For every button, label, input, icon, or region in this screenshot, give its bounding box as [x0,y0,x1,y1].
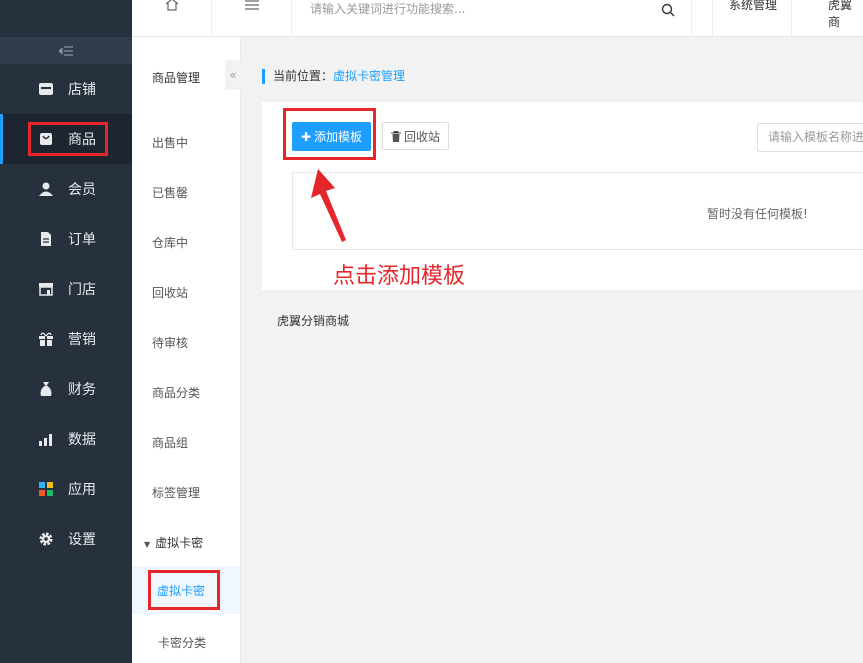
template-search-input[interactable]: 请输入模板名称进 [757,123,863,152]
empty-state: 暂时没有任何模板! [292,172,863,250]
shop-name-link[interactable]: 虎翼商 [792,0,863,37]
menu-toggle-button[interactable] [212,0,292,37]
submenu-item[interactable]: 卡密分类 [158,634,206,651]
sidebar-item-label: 店铺 [68,82,96,98]
sub-sidebar: 商品管理 « 出售中 已售罄 仓库中 回收站 待审核 商品分类 商品组 标签管理… [132,0,241,663]
submenu-item[interactable]: 仓库中 [152,234,188,251]
sidebar-item-label: 会员 [68,182,96,198]
plus-icon: ✚ [300,129,312,144]
add-template-button[interactable]: ✚ 添加模板 [292,122,371,151]
trash-icon [390,130,401,142]
double-chevron-left-icon: « [229,68,237,82]
home-button[interactable] [132,0,212,37]
breadcrumb: 当前位置：虚拟卡密管理 [262,69,405,84]
sidebar-item-label: 订单 [68,232,96,248]
breadcrumb-current[interactable]: 虚拟卡密管理 [333,69,405,83]
bar-chart-icon [38,431,54,447]
submenu-item[interactable]: 出售中 [152,134,188,151]
sidebar-item-store[interactable]: 店铺 [0,64,132,114]
recycle-bin-label: 回收站 [403,129,440,144]
document-icon [38,231,54,247]
home-icon [165,0,178,11]
submenu-item[interactable]: 回收站 [152,284,188,301]
store-icon [38,81,54,97]
sidebar-item-finance[interactable]: 财务 [0,364,132,414]
user-icon [38,181,54,197]
submenu-item[interactable]: 商品组 [152,434,188,451]
shop-name-label: 虎翼商 [828,0,853,29]
breadcrumb-prefix: 当前位置： [273,69,334,83]
submenu-group-virtual-card[interactable]: ▼ 虚拟卡密 [144,534,203,551]
sidebar-item-label: 应用 [68,482,96,498]
sidebar-collapse-toggle[interactable] [0,37,132,64]
apps-icon [38,481,54,497]
sidebar-item-member[interactable]: 会员 [0,164,132,214]
submenu-item[interactable]: 标签管理 [152,484,200,501]
empty-state-text: 暂时没有任何模板! [707,207,808,221]
hamburger-icon [244,0,259,10]
sidebar-item-apps[interactable]: 应用 [0,464,132,514]
sidebar-item-settings[interactable]: 设置 [0,514,132,564]
add-template-label: 添加模板 [314,130,363,144]
submenu-item[interactable]: 已售罄 [152,184,188,201]
collapse-icon [59,45,73,56]
footer-copyright: 虎翼分销商城 [277,314,350,328]
sidebar-item-label: 商品 [68,132,96,148]
submenu-item-label: 虚拟卡密 [157,584,206,598]
sidebar-item-label: 营销 [68,332,96,348]
submenu-item-active[interactable]: 虚拟卡密 [132,566,240,614]
sidebar-item-label: 财务 [68,382,96,398]
annotation-text: 点击添加模板 [333,264,466,289]
caret-down-icon: ▼ [144,540,151,549]
sidebar-item-label: 数据 [68,432,96,448]
money-bag-icon [38,381,54,397]
top-header: 请输入关键词进行功能搜索... 系统管理 虎翼商 [132,0,863,37]
sidebar-item-data[interactable]: 数据 [0,414,132,464]
recycle-bin-button[interactable]: 回收站 [382,122,449,150]
submenu-title: 商品管理 [152,71,201,85]
sidebar-item-label: 设置 [68,532,96,548]
bag-icon [38,131,54,147]
sidebar-item-outlet[interactable]: 门店 [0,264,132,314]
main-sidebar: 店铺 商品 会员 订单 门店 营销 财务 数据 应用 设置 [0,0,132,663]
annotation-arrow [311,169,346,242]
sidebar-item-marketing[interactable]: 营销 [0,314,132,364]
submenu-item[interactable]: 商品分类 [152,384,200,401]
sidebar-logo-area [0,0,132,37]
submenu-collapse-button[interactable]: « [225,60,241,90]
template-search-placeholder: 请输入模板名称进 [768,130,863,144]
gear-icon [38,531,54,547]
search-placeholder: 请输入关键词进行功能搜索... [310,2,466,16]
search-icon[interactable] [661,3,675,17]
system-settings-label: 系统管理 [729,0,778,12]
shop-icon [38,281,54,297]
submenu-group-label: 虚拟卡密 [155,536,204,550]
system-settings-link[interactable]: 系统管理 [712,0,792,37]
sidebar-item-goods[interactable]: 商品 [0,114,132,164]
sidebar-item-label: 门店 [68,282,96,298]
gift-icon [38,331,54,347]
function-search-input[interactable]: 请输入关键词进行功能搜索... [292,0,692,37]
submenu-item[interactable]: 待审核 [152,334,188,351]
sidebar-item-order[interactable]: 订单 [0,214,132,264]
